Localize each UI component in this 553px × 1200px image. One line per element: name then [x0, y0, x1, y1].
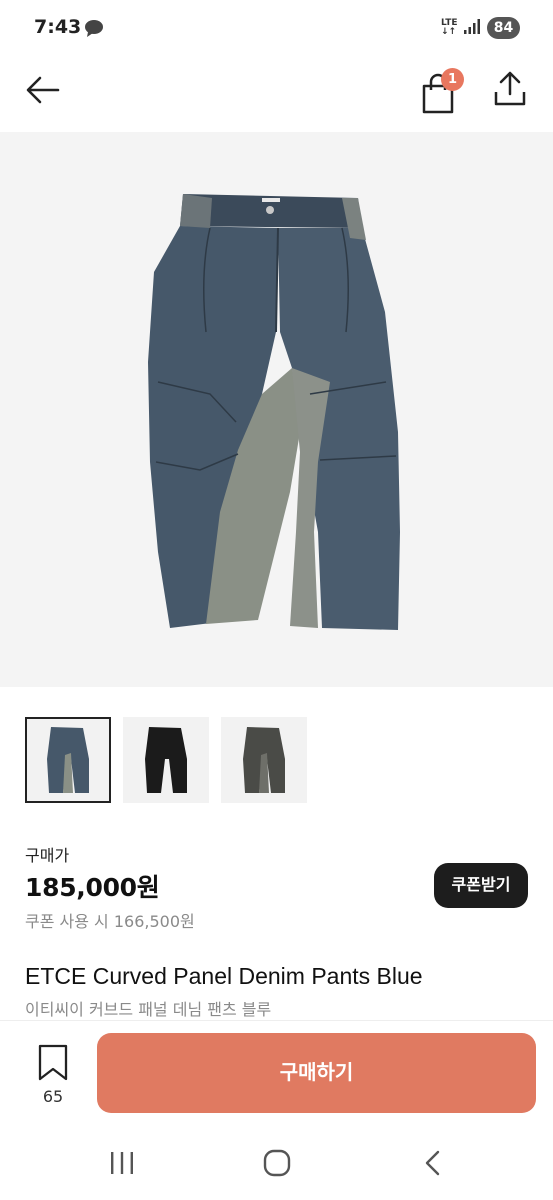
price-label: 구매가 [25, 846, 70, 865]
system-back-button[interactable] [422, 1149, 446, 1181]
system-navigation-bar [0, 1130, 553, 1200]
app-header: 1 [0, 58, 553, 132]
thumbnail-black[interactable] [123, 717, 209, 803]
thumbnail-gray[interactable] [221, 717, 307, 803]
thumbnail-blue-image [47, 727, 89, 793]
coupon-price: 쿠폰 사용 시 166,500원 [25, 912, 195, 931]
share-upload-icon [494, 71, 526, 106]
product-title: ETCE Curved Panel Denim Pants Blue [25, 963, 423, 989]
signal-icon [463, 19, 481, 39]
chat-notification-icon [84, 19, 104, 41]
home-button[interactable] [262, 1149, 292, 1181]
cart-count-badge: 1 [441, 68, 464, 91]
network-type: LTE ↓↑ [441, 18, 458, 37]
arrow-left-icon [26, 76, 60, 104]
bookmark-icon [38, 1044, 68, 1081]
get-coupon-button[interactable]: 쿠폰받기 [434, 863, 528, 908]
thumbnail-gray-image [243, 727, 285, 793]
product-price: 185,000원 [25, 873, 160, 902]
share-button[interactable] [490, 70, 530, 110]
product-main-image[interactable] [0, 132, 553, 687]
recent-apps-icon [111, 1152, 133, 1174]
buy-button[interactable]: 구매하기 [97, 1033, 536, 1113]
thumbnail-blue[interactable] [25, 717, 111, 803]
home-icon [263, 1149, 291, 1177]
product-subtitle: 이티씨이 커브드 패널 데님 팬츠 블루 [25, 1000, 272, 1019]
bookmark-button[interactable]: 65 [30, 1043, 76, 1109]
chevron-left-icon [425, 1150, 440, 1176]
recent-apps-button[interactable] [108, 1150, 136, 1180]
battery-indicator: 84 [487, 17, 520, 39]
bottom-action-bar: 65 구매하기 [0, 1020, 553, 1130]
status-bar: 7:43 LTE ↓↑ 84 [0, 0, 553, 58]
status-time: 7:43 [34, 16, 82, 38]
thumbnail-black-image [145, 727, 187, 793]
bookmark-count: 65 [42, 1087, 64, 1106]
back-button[interactable] [22, 72, 62, 112]
denim-pants-image [148, 194, 400, 630]
